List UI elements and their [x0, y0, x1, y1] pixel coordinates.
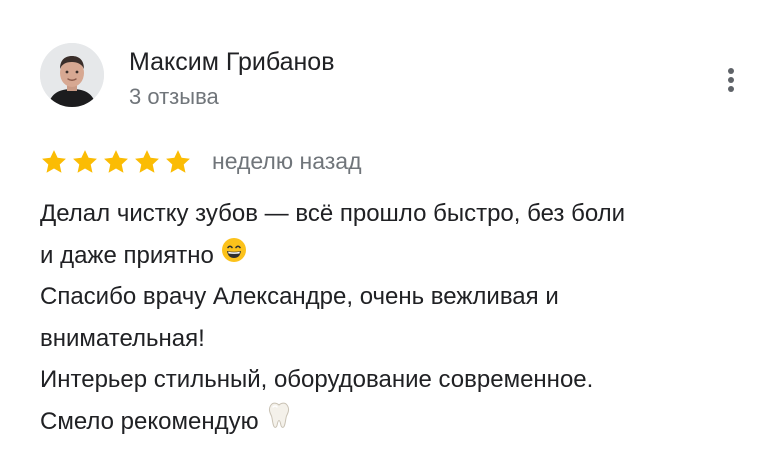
star-icon	[166, 150, 190, 173]
person-photo-icon	[40, 43, 104, 107]
tooth-emoji-icon	[266, 401, 292, 443]
review-line-text: Интерьер стильный, оборудование современ…	[40, 366, 594, 393]
star-icon	[104, 150, 128, 173]
review-line: Интерьер стильный, оборудование современ…	[40, 359, 760, 401]
review-text: Делал чистку зубов — всё прошло быстро, …	[40, 193, 760, 442]
grinning-face-emoji-icon	[221, 235, 247, 277]
review-line-text: и даже приятно	[40, 241, 214, 269]
star-icon	[42, 150, 66, 173]
avatar[interactable]	[40, 43, 104, 107]
star-rating	[40, 148, 192, 176]
more-options-button[interactable]	[716, 62, 746, 98]
star-icon	[73, 150, 97, 173]
review-line-text: внимательная!	[40, 324, 205, 352]
star-icon	[135, 150, 159, 173]
review-line-text: Смело рекомендую	[40, 407, 259, 435]
review-line: внимательная!	[40, 318, 760, 360]
review-line: Делал чистку зубов — всё прошло быстро, …	[40, 193, 760, 235]
author-name[interactable]: Максим Грибанов	[129, 47, 334, 77]
review-count[interactable]: 3 отзыва	[129, 84, 219, 110]
review-line: и даже приятно	[40, 235, 760, 277]
review-line-text: Делал чистку зубов — всё прошло быстро, …	[40, 200, 626, 227]
review-line: Спасибо врачу Александре, очень вежливая…	[40, 276, 760, 318]
review-date: неделю назад	[212, 148, 362, 174]
review-line: Смело рекомендую	[40, 401, 760, 443]
more-vertical-icon	[728, 68, 734, 92]
review-line-text: Спасибо врачу Александре, очень вежливая…	[40, 283, 559, 310]
